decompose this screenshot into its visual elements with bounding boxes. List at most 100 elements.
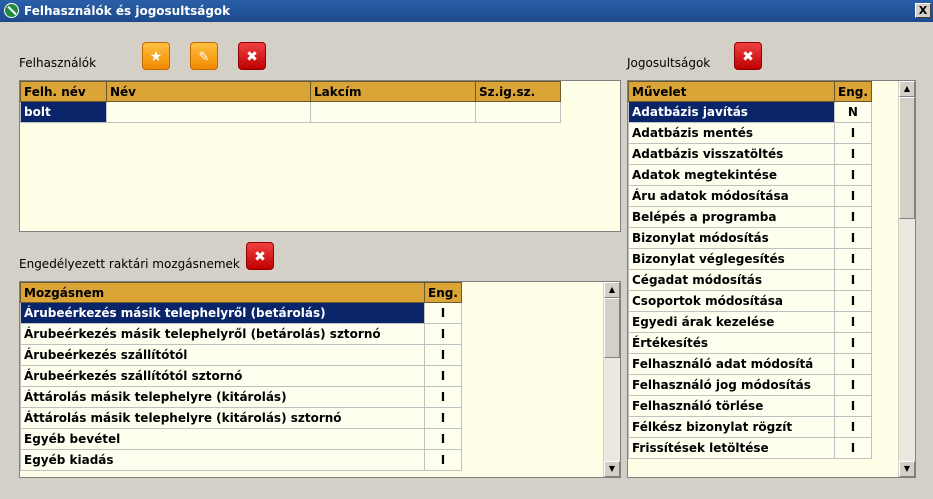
scroll-down-arrow-icon[interactable]: ▼ [899,461,915,477]
table-cell[interactable]: Felhasználó jog módosítás [628,374,835,396]
table-row[interactable]: Egyedi árak kezelése I [628,311,872,333]
table-cell[interactable]: I [424,449,462,471]
table-cell[interactable]: Egyedi árak kezelése [628,311,835,333]
table-row[interactable]: Bizonylat véglegesítés I [628,248,872,270]
movements-scrollbar[interactable]: ▲ ▼ [603,282,620,477]
table-cell[interactable]: Adatbázis javítás [628,101,835,123]
table-row[interactable]: Frissítések letöltése I [628,437,872,459]
table-cell[interactable]: I [834,269,872,291]
scroll-up-arrow-icon[interactable]: ▲ [899,81,915,97]
table-row[interactable]: Adatbázis visszatöltés I [628,143,872,165]
table-cell[interactable]: Cégadat módosítás [628,269,835,291]
table-cell[interactable]: I [424,407,462,429]
column-header-id-number[interactable]: Sz.ig.sz. [475,81,561,102]
column-header-address[interactable]: Lakcím [310,81,476,102]
table-row[interactable]: Csoportok módosítása I [628,290,872,312]
table-cell[interactable]: Belépés a programba [628,206,835,228]
table-cell[interactable]: Áttárolás másik telephelyre (kitárolás) [20,386,425,408]
column-header-username[interactable]: Felh. név [20,81,107,102]
table-cell[interactable]: I [834,416,872,438]
table-cell[interactable]: Bizonylat véglegesítés [628,248,835,270]
table-cell[interactable]: Áru adatok módosítása [628,185,835,207]
table-cell[interactable] [475,101,561,123]
table-cell[interactable]: Egyéb kiadás [20,449,425,471]
edit-user-button[interactable]: ✎ [190,42,218,70]
column-header-operation[interactable]: Művelet [628,81,835,102]
column-header-name[interactable]: Név [106,81,311,102]
movements-grid[interactable]: Mozgásnem Eng. Árubeérkezés másik teleph… [19,281,621,478]
table-cell[interactable]: I [834,437,872,459]
table-cell[interactable]: Adatok megtekintése [628,164,835,186]
table-row[interactable]: Adatok megtekintése I [628,164,872,186]
table-cell[interactable]: I [834,206,872,228]
table-row[interactable]: Felhasználó törlése I [628,395,872,417]
table-cell[interactable]: I [834,353,872,375]
table-row[interactable]: Adatbázis javítás N [628,101,872,123]
table-cell[interactable]: I [834,122,872,144]
table-cell[interactable]: I [424,323,462,345]
table-row[interactable]: Cégadat módosítás I [628,269,872,291]
table-cell[interactable]: Frissítések letöltése [628,437,835,459]
table-row[interactable]: Egyéb bevétel I [20,428,462,450]
table-row[interactable]: Egyéb kiadás I [20,449,462,471]
table-cell[interactable]: I [834,185,872,207]
table-cell[interactable]: I [424,428,462,450]
table-cell[interactable]: I [834,227,872,249]
table-cell[interactable]: I [834,332,872,354]
table-cell[interactable]: Felhasználó adat módosítá [628,353,835,375]
scroll-thumb[interactable] [604,298,620,358]
table-row[interactable]: Adatbázis mentés I [628,122,872,144]
column-header-enabled[interactable]: Eng. [424,282,462,303]
users-grid[interactable]: Felh. név Név Lakcím Sz.ig.sz. bolt [19,80,621,232]
table-cell[interactable] [310,101,476,123]
scroll-up-arrow-icon[interactable]: ▲ [604,282,620,298]
table-cell[interactable]: Értékesítés [628,332,835,354]
table-cell[interactable] [106,101,311,123]
table-cell[interactable]: Bizonylat módosítás [628,227,835,249]
column-header-enabled[interactable]: Eng. [834,81,872,102]
table-cell[interactable]: Felhasználó törlése [628,395,835,417]
table-cell[interactable]: Félkész bizonylat rögzít [628,416,835,438]
permissions-grid[interactable]: Művelet Eng. Adatbázis javítás N Adatbázis… [627,80,916,478]
table-cell[interactable]: Árubeérkezés szállítótól [20,344,425,366]
table-row[interactable]: Áttárolás másik telephelyre (kitárolás) … [20,407,462,429]
table-row[interactable]: Áru adatok módosítása I [628,185,872,207]
table-cell[interactable]: N [834,101,872,123]
table-cell[interactable]: Árubeérkezés másik telephelyről (betárol… [20,302,425,324]
table-cell[interactable]: Áttárolás másik telephelyre (kitárolás) … [20,407,425,429]
table-cell[interactable]: I [834,143,872,165]
permissions-scrollbar[interactable]: ▲ ▼ [898,81,915,477]
table-cell[interactable]: I [834,164,872,186]
delete-user-button[interactable]: ✖ [238,42,266,70]
table-cell[interactable]: Árubeérkezés másik telephelyről (betárol… [20,323,425,345]
table-cell[interactable]: Adatbázis visszatöltés [628,143,835,165]
scroll-thumb[interactable] [899,97,915,219]
scroll-down-arrow-icon[interactable]: ▼ [604,461,620,477]
table-cell[interactable]: I [834,248,872,270]
table-cell[interactable]: bolt [20,101,107,123]
table-row[interactable]: Áttárolás másik telephelyre (kitárolás) I [20,386,462,408]
table-cell[interactable]: Egyéb bevétel [20,428,425,450]
delete-movement-button[interactable]: ✖ [246,242,274,270]
table-row[interactable]: Bizonylat módosítás I [628,227,872,249]
add-user-button[interactable]: ★ [142,42,170,70]
table-row[interactable]: Félkész bizonylat rögzít I [628,416,872,438]
table-cell[interactable]: I [834,290,872,312]
table-cell[interactable]: Csoportok módosítása [628,290,835,312]
table-cell[interactable]: Adatbázis mentés [628,122,835,144]
table-row[interactable]: bolt [20,101,561,123]
table-cell[interactable]: I [424,386,462,408]
delete-permission-button[interactable]: ✖ [734,42,762,70]
table-cell[interactable]: I [424,302,462,324]
table-cell[interactable]: I [834,311,872,333]
close-window-button[interactable]: X [915,3,931,18]
table-cell[interactable]: I [834,374,872,396]
table-cell[interactable]: I [424,365,462,387]
table-row[interactable]: Belépés a programba I [628,206,872,228]
table-cell[interactable]: I [834,395,872,417]
table-row[interactable]: Értékesítés I [628,332,872,354]
table-row[interactable]: Árubeérkezés szállítótól sztornó I [20,365,462,387]
table-cell[interactable]: I [424,344,462,366]
table-row[interactable]: Árubeérkezés szállítótól I [20,344,462,366]
table-row[interactable]: Árubeérkezés másik telephelyről (betárol… [20,323,462,345]
